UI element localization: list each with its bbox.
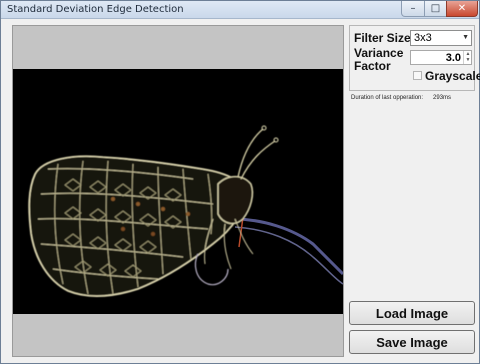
close-button[interactable]: ✕ <box>446 1 478 17</box>
window-title: Standard Deviation Edge Detection <box>7 4 184 15</box>
maximize-button[interactable]: □ <box>424 1 447 17</box>
edge-detected-image <box>13 69 343 314</box>
chevron-down-icon: ▼ <box>462 34 469 41</box>
duration-status: Duration of last opperation: 293ms <box>351 95 451 101</box>
title-bar[interactable]: Standard Deviation Edge Detection – □ ✕ <box>1 1 479 19</box>
save-image-button[interactable]: Save Image <box>349 330 475 354</box>
filter-size-dropdown[interactable]: 3x3 ▼ <box>410 30 472 46</box>
spin-down-icon[interactable]: ▼ <box>464 57 472 63</box>
variance-factor-value: 3.0 <box>445 52 461 64</box>
grayscale-checkbox[interactable] <box>413 71 422 80</box>
grayscale-label[interactable]: Grayscale <box>425 69 480 83</box>
client-area: Filter Size 3x3 ▼ Variance Factor 3.0 ▲ … <box>5 21 480 361</box>
variance-factor-spinner[interactable]: 3.0 ▲ ▼ <box>410 50 472 65</box>
image-panel <box>12 25 344 357</box>
filter-size-value: 3x3 <box>414 32 432 44</box>
butterfly-edge-image <box>13 69 343 314</box>
duration-value: 293ms <box>433 95 452 101</box>
variance-factor-label: Variance Factor <box>354 46 404 73</box>
filter-size-label: Filter Size <box>354 31 411 45</box>
settings-panel: Filter Size 3x3 ▼ Variance Factor 3.0 ▲ … <box>349 25 480 91</box>
spin-buttons: ▲ ▼ <box>463 51 471 64</box>
minimize-button[interactable]: – <box>401 1 425 17</box>
load-image-button[interactable]: Load Image <box>349 301 475 325</box>
app-window: Standard Deviation Edge Detection – □ ✕ <box>0 0 480 364</box>
duration-label: Duration of last opperation: <box>351 95 424 101</box>
